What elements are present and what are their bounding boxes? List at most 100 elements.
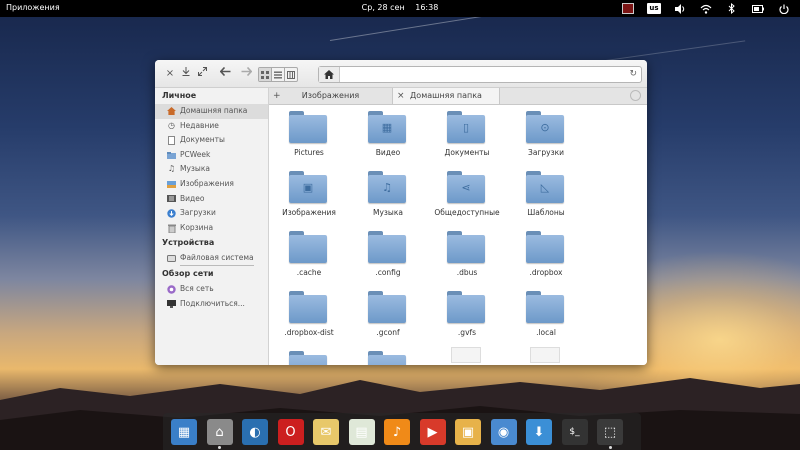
file-name: .gvfs <box>457 328 477 337</box>
sidebar-item-music[interactable]: ♫ Музыка <box>155 162 268 177</box>
sidebar-item-recent[interactable]: ◷ Недавние <box>155 119 268 134</box>
tab-label: Домашняя папка <box>410 91 482 100</box>
sidebar-item-label: Документы <box>180 135 225 145</box>
tab-pictures[interactable]: + Изображения <box>269 88 393 104</box>
sidebar-item-label: Файловая система <box>180 251 254 267</box>
sidebar-item-label: Загрузки <box>180 208 216 218</box>
folder-icon <box>447 291 485 323</box>
dock-mail-icon[interactable]: ✉ <box>313 419 339 445</box>
bluetooth-icon[interactable] <box>726 3 738 15</box>
sidebar-item-documents[interactable]: Документы <box>155 133 268 148</box>
power-icon[interactable] <box>778 3 790 15</box>
file-item-partial[interactable] <box>427 345 507 365</box>
file-item[interactable]: ♫ Музыка <box>348 165 428 223</box>
dock-files-icon[interactable]: ⌂ <box>206 419 233 445</box>
list-view-button[interactable] <box>272 68 285 81</box>
file-manager-window: × ↻ Личное Домашняя папка ◷ Недавние Док… <box>155 60 647 365</box>
dock-photos-icon[interactable]: ▣ <box>455 419 481 445</box>
drive-icon <box>167 254 176 263</box>
dock-opera-icon[interactable]: O <box>277 419 304 445</box>
download-icon <box>167 209 176 218</box>
close-window-button[interactable]: × <box>163 67 177 80</box>
wifi-icon[interactable] <box>700 3 712 15</box>
tab-home[interactable]: × Домашняя папка <box>393 88 500 104</box>
file-item[interactable]: ⊙ Загрузки <box>506 105 586 163</box>
file-item[interactable]: .gvfs <box>427 285 507 343</box>
volume-icon[interactable] <box>674 3 686 15</box>
sidebar-item-filesystem[interactable]: Файловая система <box>155 251 268 267</box>
top-panel: Приложения Ср, 28 сен 16:38 us <box>0 0 800 17</box>
file-item[interactable]: ⋖ Общедоступные <box>427 165 507 223</box>
sidebar-item-label: Недавние <box>180 120 219 130</box>
dock-music-icon[interactable]: ♪ <box>384 419 410 445</box>
download-folder-icon: ⊙ <box>526 111 564 143</box>
keyboard-layout-indicator[interactable]: us <box>647 3 661 15</box>
dock-calendar-icon[interactable]: ▤ <box>348 419 375 445</box>
clock-date: Ср, 28 сен <box>361 3 405 12</box>
location-bar[interactable]: ↻ <box>318 66 642 83</box>
column-view-button[interactable] <box>285 68 297 81</box>
dock-multitasking-view-icon[interactable]: ▦ <box>171 419 197 445</box>
maximize-icon[interactable] <box>195 67 209 80</box>
dock-web-browser-icon[interactable]: ◐ <box>242 419 268 445</box>
sidebar-item-pictures[interactable]: Изображения <box>155 177 268 192</box>
sidebar: Личное Домашняя папка ◷ Недавние Докумен… <box>155 88 269 365</box>
file-item[interactable]: .cache <box>269 225 349 283</box>
file-name: .gconf <box>376 328 400 337</box>
file-item-partial[interactable] <box>269 345 349 365</box>
file-item-partial[interactable] <box>348 345 428 365</box>
file-name: .dbus <box>456 268 478 277</box>
folder-icon <box>526 291 564 323</box>
minimize-icon[interactable] <box>179 67 193 80</box>
sidebar-item-home[interactable]: Домашняя папка <box>155 104 268 119</box>
running-indicator <box>608 446 612 449</box>
dock-settings-icon[interactable]: ◉ <box>490 419 517 445</box>
folder-icon <box>526 231 564 263</box>
forward-button[interactable] <box>239 66 253 80</box>
home-icon <box>324 70 334 79</box>
file-icon <box>530 347 560 363</box>
folder-icon <box>368 291 406 323</box>
sidebar-item-videos[interactable]: Видео <box>155 192 268 207</box>
file-item[interactable]: ▯ Документы <box>427 105 507 163</box>
image-folder-icon: ▣ <box>289 171 327 203</box>
battery-icon[interactable] <box>752 3 764 15</box>
file-item[interactable]: Pictures <box>269 105 349 163</box>
reload-icon[interactable]: ↻ <box>629 69 637 79</box>
file-item[interactable]: .gconf <box>348 285 428 343</box>
file-item[interactable]: .dropbox-dist <box>269 285 349 343</box>
folder-icon <box>368 351 406 365</box>
back-button[interactable] <box>218 66 232 80</box>
dock-screenshot-icon[interactable]: ⬚ <box>597 419 623 445</box>
file-item[interactable]: .config <box>348 225 428 283</box>
music-folder-icon: ♫ <box>368 171 406 203</box>
dock-terminal-icon[interactable]: $_ <box>561 419 588 445</box>
sidebar-item-connect[interactable]: Подключиться... <box>155 297 268 312</box>
video-folder-icon: ▦ <box>368 111 406 143</box>
file-name: Документы <box>444 148 490 157</box>
clock-time: 16:38 <box>415 3 439 12</box>
sidebar-item-entire-network[interactable]: Вся сеть <box>155 282 268 297</box>
file-item[interactable]: ▣ Изображения <box>269 165 349 223</box>
file-grid: Pictures ▦ Видео ▯ Документы ⊙ Загрузки ▣ Изобра… <box>269 105 647 365</box>
restore-tab-icon[interactable] <box>630 90 641 101</box>
dock-videos-icon[interactable]: ▶ <box>419 419 446 445</box>
sidebar-item-trash[interactable]: Корзина <box>155 221 268 236</box>
sidebar-item-pcweek[interactable]: PCWeek <box>155 148 268 163</box>
breadcrumb-home[interactable] <box>319 67 340 82</box>
file-item[interactable]: ▦ Видео <box>348 105 428 163</box>
file-item[interactable]: .dropbox <box>506 225 586 283</box>
file-item-partial[interactable] <box>506 345 586 365</box>
indicator-app-icon[interactable] <box>622 3 634 15</box>
file-item[interactable]: .local <box>506 285 586 343</box>
folder-icon <box>289 111 327 143</box>
running-indicator <box>218 446 221 449</box>
file-item[interactable]: .dbus <box>427 225 507 283</box>
dock-app-center-icon[interactable]: ⬇ <box>526 419 552 445</box>
file-name: Изображения <box>282 208 336 217</box>
sidebar-item-downloads[interactable]: Загрузки <box>155 206 268 221</box>
icon-view-button[interactable] <box>259 68 272 81</box>
file-item[interactable]: ◺ Шаблоны <box>506 165 586 223</box>
sidebar-item-label: Изображения <box>180 178 234 188</box>
folder-icon <box>289 291 327 323</box>
